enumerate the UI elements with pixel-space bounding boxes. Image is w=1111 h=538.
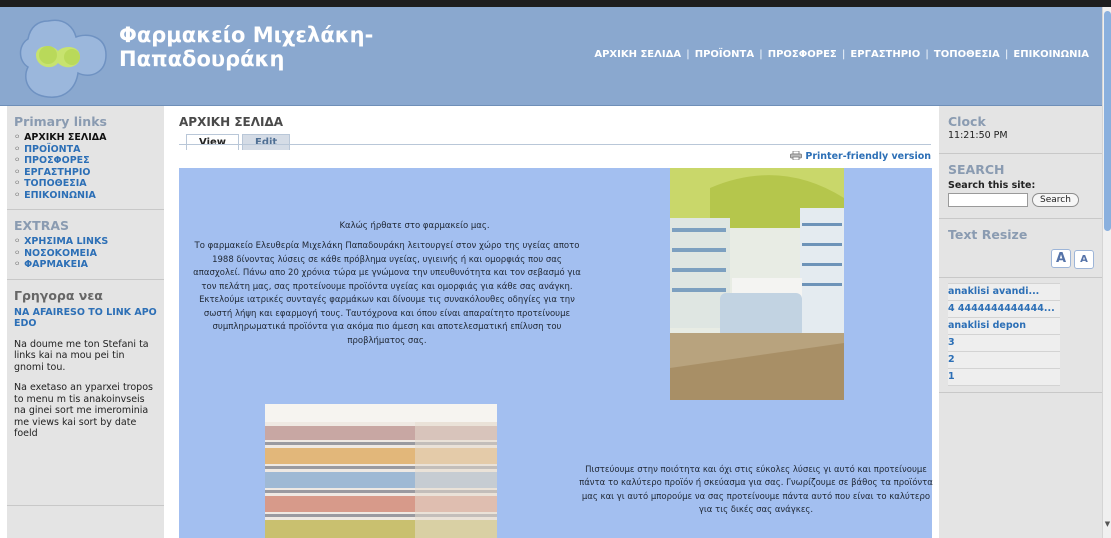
site-name-line2: Παπαδουράκη: [119, 47, 285, 71]
sidebar-divider: [939, 277, 1102, 278]
page-title: ΑΡΧΙΚΗ ΣΕΛΙΔΑ: [179, 115, 284, 129]
topnav-offers[interactable]: ΠΡΟΣΦΟΡΕΣ: [768, 49, 837, 60]
closing-paragraph: Πιστεύουμε στην ποιότητα και όχι στις εύ…: [579, 465, 933, 515]
nav-separator: |: [686, 49, 690, 60]
extras-link-useful[interactable]: ◦ ΧΡΗΣΙΜΑ LINKS: [14, 236, 164, 248]
primary-link-products[interactable]: ◦ ΠΡΟΪΟΝΤΑ: [14, 144, 164, 156]
search-form: Search: [948, 193, 1102, 207]
sidebar-divider: [7, 278, 164, 280]
topnav-contact[interactable]: ΕΠΙΚΟΙΝΩΝΙΑ: [1013, 49, 1089, 60]
left-sidebar: Primary links ◦ ΑΡΧΙΚΗ ΣΕΛΙΔΑ ◦ ΠΡΟΪΟΝΤΑ ◦…: [7, 106, 164, 538]
search-label: Search this site:: [948, 180, 1036, 191]
primary-link-label: ΠΡΟΣΦΟΡΕΣ: [24, 155, 90, 166]
primary-links-title: Primary links: [14, 114, 107, 129]
extras-title: EXTRAS: [14, 218, 70, 233]
pharmacy-interior-photo: [670, 168, 844, 400]
primary-link-home[interactable]: ◦ ΑΡΧΙΚΗ ΣΕΛΙΔΑ: [14, 132, 164, 144]
primary-link-label: ΕΠΙΚΟΙΝΩΝΙΑ: [24, 189, 96, 201]
text-resize-controls: AA: [939, 247, 1094, 269]
scroll-down-arrow-icon[interactable]: ▼: [1103, 520, 1111, 528]
topnav-home[interactable]: ΑΡΧΙΚΗ ΣΕΛΙΔΑ: [594, 49, 681, 60]
logo-icon[interactable]: [14, 15, 112, 103]
topnav-products[interactable]: ΠΡΟΪΟΝΤΑ: [695, 49, 754, 60]
tabs: View Edit: [186, 130, 293, 150]
tab-edit[interactable]: Edit: [242, 134, 291, 150]
primary-link-lab[interactable]: ◦ ΕΡΓΑΣΤΗΡΙΟ: [14, 167, 164, 179]
nav-separator: |: [1004, 49, 1009, 60]
list-item[interactable]: anaklisi depon: [948, 317, 1060, 334]
clock-title: Clock: [948, 114, 986, 129]
views-list: anaklisi avandi... 4 4444444444444... an…: [948, 283, 1060, 386]
primary-link-offers[interactable]: ◦ ΠΡΟΣΦΟΡΕΣ: [14, 155, 164, 167]
site-name-line1: Φαρμακείο Μιχελάκη-: [119, 23, 374, 47]
site-header: Φαρμακείο Μιχελάκη- Παπαδουράκη ΑΡΧΙΚΗ Σ…: [0, 7, 1102, 106]
content-body: Καλώς ήρθατε στο φαρμακείο μας. Το φαρμα…: [179, 168, 933, 538]
text-resize-decrease-icon[interactable]: A: [1074, 250, 1094, 269]
vertical-scrollbar[interactable]: ▼: [1102, 7, 1111, 538]
search-button[interactable]: Search: [1032, 193, 1079, 207]
topnav-lab[interactable]: ΕΡΓΑΣΤΗΡΙΟ: [850, 49, 920, 60]
extras-link-label: ΧΡΗΣΙΜΑ LINKS: [24, 236, 109, 247]
sidebar-divider: [7, 209, 164, 210]
nav-separator: |: [925, 49, 929, 60]
topnav-location[interactable]: ΤΟΠΟΘΕΣΙΑ: [934, 49, 1000, 60]
primary-link-label: ΤΟΠΟΘΕΣΙΑ: [24, 178, 87, 189]
printer-icon: [790, 151, 803, 160]
news-item-text: Na doume me ton Stefani ta links kai na …: [14, 338, 149, 373]
list-item[interactable]: 3: [948, 334, 1060, 351]
extras-link-label: ΦΑΡΜΑΚΕΙΑ: [24, 259, 89, 270]
sidebar-divider: [939, 218, 1102, 219]
extras-link-hospitals[interactable]: ◦ ΝΟΣΟΚΟΜΕΙΑ: [14, 248, 164, 260]
printer-friendly-link[interactable]: Printer-friendly version: [790, 151, 931, 162]
primary-link-label: ΠΡΟΪΟΝΤΑ: [24, 143, 81, 155]
primary-link-location[interactable]: ◦ ΤΟΠΟΘΕΣΙΑ: [14, 178, 164, 190]
search-title: SEARCH: [948, 162, 1005, 177]
primary-links-list: ◦ ΑΡΧΙΚΗ ΣΕΛΙΔΑ ◦ ΠΡΟΪΟΝΤΑ ◦ ΠΡΟΣΦΟΡΕΣ ◦ ΕΡΓ…: [7, 132, 164, 201]
tabs-underline: [179, 144, 931, 145]
main-content: ΑΡΧΙΚΗ ΣΕΛΙΔΑ View Edit Printer-friendly …: [179, 106, 934, 538]
search-input[interactable]: [948, 193, 1028, 207]
sidebar-divider: [7, 505, 164, 506]
list-item[interactable]: anaklisi avandi...: [948, 283, 1060, 300]
clock-time: 11:21:50 PM: [948, 130, 1008, 141]
list-item[interactable]: 4 4444444444444...: [948, 300, 1060, 317]
top-navigation: ΑΡΧΙΚΗ ΣΕΛΙΔΑ | ΠΡΟΪΟΝΤΑ | ΠΡΟΣΦΟΡΕΣ | ΕΡΓΑΣΤΗ…: [594, 49, 1089, 60]
extras-links-list: ◦ ΧΡΗΣΙΜΑ LINKS ◦ ΝΟΣΟΚΟΜΕΙΑ ◦ ΦΑΡΜΑΚΕΙΑ: [7, 236, 164, 271]
text-resize-increase-icon[interactable]: A: [1051, 249, 1071, 268]
intro-paragraph: Το φαρμακείο Ελευθερία Μιχελάκη Παπαδουρ…: [193, 241, 581, 346]
primary-link-contact[interactable]: ◦ ΕΠΙΚΟΙΝΩΝΙΑ: [14, 190, 164, 202]
news-title: Γρηγορα νεα: [14, 287, 103, 303]
browser-top-strip: [0, 0, 1111, 7]
tab-view[interactable]: View: [186, 134, 240, 150]
right-sidebar: Clock 11:21:50 PM SEARCH Search this sit…: [939, 106, 1102, 538]
sidebar-divider: [939, 153, 1102, 154]
text-resize-title: Text Resize: [948, 227, 1028, 242]
primary-link-label: ΑΡΧΙΚΗ ΣΕΛΙΔΑ: [24, 132, 107, 143]
extras-link-pharmacies[interactable]: ◦ ΦΑΡΜΑΚΕΙΑ: [14, 259, 164, 271]
printer-link-label: Printer-friendly version: [805, 151, 931, 162]
news-item-link[interactable]: NA AFAIRESO TO LINK APO EDO: [14, 307, 158, 330]
nav-separator: |: [841, 49, 846, 60]
list-item[interactable]: 2: [948, 351, 1060, 368]
news-item-text: Na exetaso an yparxei tropos to menu m t…: [14, 382, 153, 439]
sidebar-divider: [939, 392, 1102, 393]
site-name[interactable]: Φαρμακείο Μιχελάκη- Παπαδουράκη: [119, 23, 379, 71]
list-item[interactable]: 1: [948, 368, 1060, 386]
pharmacy-shelves-photo: [265, 404, 497, 538]
primary-link-label: ΕΡΓΑΣΤΗΡΙΟ: [24, 166, 91, 178]
extras-link-label: ΝΟΣΟΚΟΜΕΙΑ: [24, 247, 97, 259]
scrollbar-thumb[interactable]: [1104, 11, 1111, 231]
welcome-text: Καλώς ήρθατε στο φαρμακείο μας.: [339, 221, 490, 231]
nav-separator: |: [759, 49, 763, 60]
